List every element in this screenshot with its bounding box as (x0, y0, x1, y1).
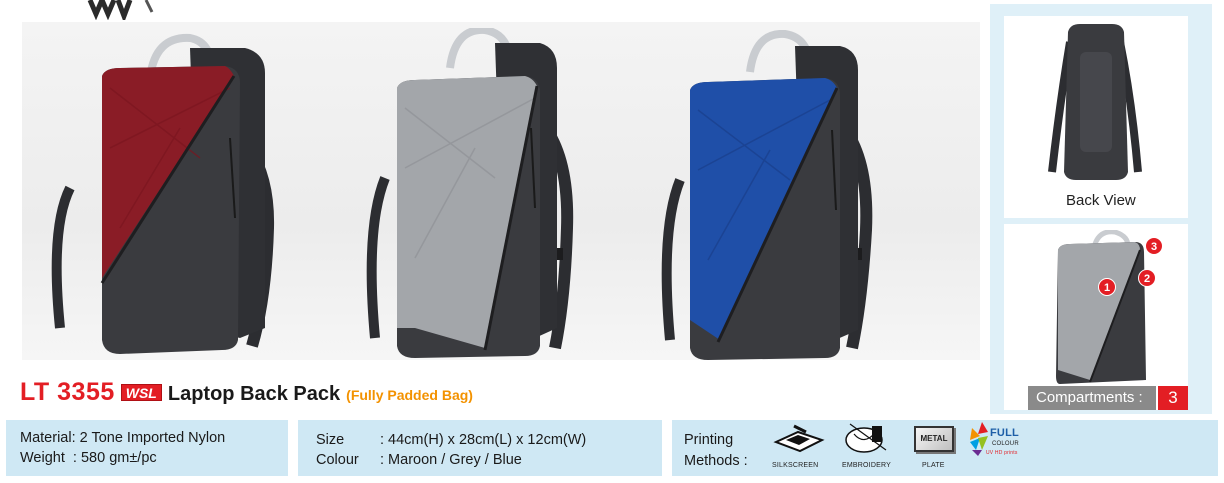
full-colour-sub: COLOUR (992, 441, 1019, 447)
size-value: : 44cm(H) x 28cm(L) x 12cm(W) (380, 432, 587, 448)
backpack-blue-image (661, 30, 873, 360)
brand-badge: WSL (120, 384, 162, 401)
printing-label-line1: Printing (684, 432, 734, 448)
compartments-count: 3 (1158, 386, 1188, 410)
plate-label: PLATE (922, 462, 945, 469)
colour-value: : Maroon / Grey / Blue (380, 452, 522, 468)
weight-text: Weight : 580 gm±/pc (20, 450, 157, 466)
backpack-back-view-image (1048, 24, 1142, 180)
product-name: Laptop Back Pack (167, 383, 341, 405)
silkscreen-label: SILKSCREEN (772, 462, 819, 469)
back-view-label: Back View (1066, 192, 1136, 209)
material-text: Material: 2 Tone Imported Nylon (20, 430, 226, 446)
metal-plate-icon: METAL (914, 426, 954, 452)
full-colour-badge: FULL (990, 427, 1019, 439)
product-code: LT 3355 (20, 378, 115, 406)
product-note: (Fully Padded Bag) (346, 387, 473, 403)
compartment-marker-3: 3 (1145, 237, 1163, 255)
brand-logo-partial (87, 0, 154, 20)
size-label: Size (316, 432, 345, 448)
material-box (6, 420, 288, 476)
product-title: LT 3355 WSL Laptop Back Pack (Fully Padd… (20, 378, 473, 412)
compartment-marker-2: 2 (1138, 269, 1156, 287)
backpack-compartments-image (1056, 230, 1146, 384)
embroidery-icon (845, 423, 887, 453)
silkscreen-icon (773, 424, 825, 453)
compartment-marker-1: 1 (1098, 278, 1116, 296)
backpack-grey-image (366, 28, 574, 358)
compartments-label: Compartments : (1028, 386, 1156, 410)
backpack-maroon-image (51, 33, 275, 354)
embroidery-label: EMBROIDERY (842, 462, 891, 469)
full-colour-label: UV HD prints (986, 450, 1018, 456)
colour-label: Colour (316, 452, 359, 468)
printing-label-line2: Methods : (684, 453, 748, 469)
